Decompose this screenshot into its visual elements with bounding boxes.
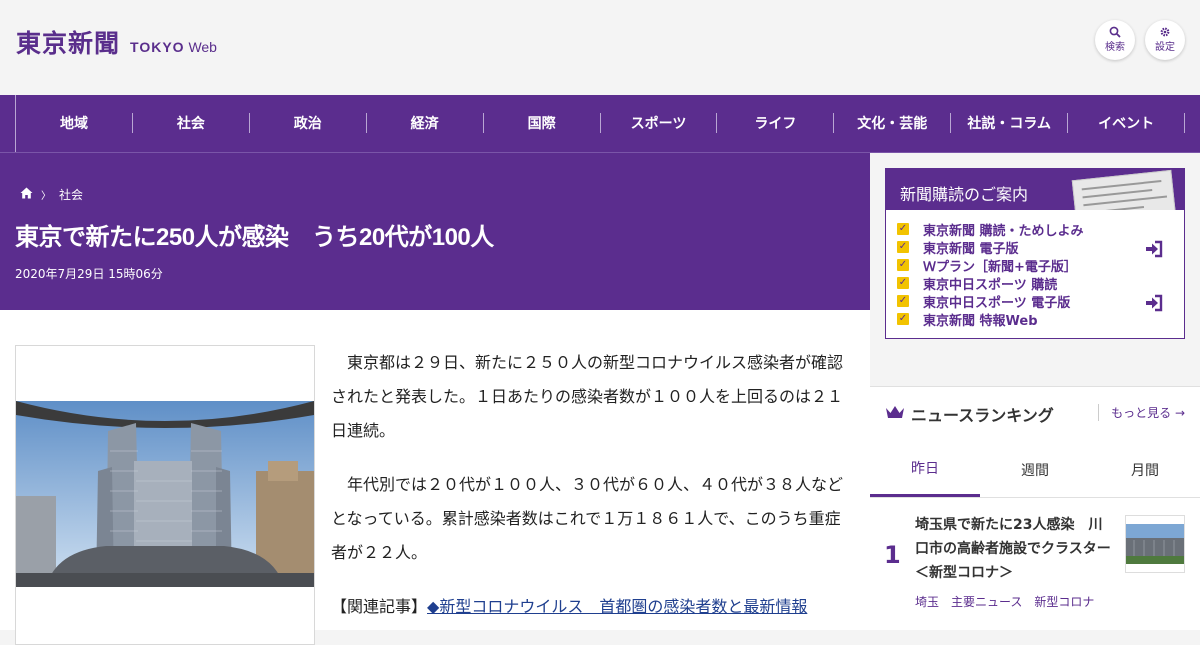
subscription-item-label: Ｗプラン［新聞+電子版］: [923, 259, 1077, 275]
newspaper-image: [1071, 169, 1177, 210]
subscription-item-label: 東京中日スポーツ 購読: [923, 277, 1058, 293]
chevron-right-icon: 〉: [41, 191, 51, 202]
check-icon: ✓: [897, 241, 909, 253]
article-body: 東京都は２９日、新たに２５０人の新型コロナウイルス感染者が確認されたと発表した。…: [0, 310, 870, 645]
settings-label: 設定: [1155, 41, 1175, 53]
sidebar: 新聞購読のご案内 ✓ 東京新聞 購読・ためしよみ ✓ 東京新聞 電子版 ✓ Ｗプラン［…: [870, 153, 1200, 630]
search-icon: [1109, 26, 1121, 40]
tab-weekly[interactable]: 週間: [980, 442, 1090, 497]
article-photo-frame: [15, 345, 315, 645]
ranking-heading-text: ニュースランキング: [911, 406, 1054, 425]
nav-item-politics[interactable]: 政治: [250, 113, 367, 133]
tag[interactable]: 埼玉: [915, 593, 939, 610]
check-icon: ✓: [897, 277, 909, 289]
check-icon: ✓: [897, 259, 909, 271]
login-icon[interactable]: [1144, 239, 1164, 259]
ranking-item: 1 埼玉県で新たに23人感染 川口市の高齢者施設でクラスター＜新型コロナ＞ 埼玉…: [870, 513, 1200, 613]
article-photo[interactable]: [16, 401, 314, 587]
related-prefix: 【関連記事】: [331, 597, 428, 616]
article-title: 東京で新たに250人が感染 うち20代が100人: [15, 224, 494, 251]
site-logo[interactable]: 東京新聞 TOKYO Web: [16, 24, 217, 60]
subscription-item[interactable]: ✓ Ｗプラン［新聞+電子版］: [897, 256, 1184, 275]
nav-item-events[interactable]: イベント: [1068, 113, 1186, 133]
subscription-item[interactable]: ✓ 東京新聞 特報Web: [897, 310, 1184, 329]
article-date: 2020年7月29日 15時06分: [15, 267, 163, 281]
tab-yesterday[interactable]: 昨日: [870, 442, 980, 497]
ranking-tags: 埼玉 主要ニュース 新型コロナ: [915, 593, 1094, 610]
search-button[interactable]: 検索: [1095, 20, 1135, 60]
rank-number: 1: [884, 541, 901, 569]
gear-icon: [1159, 26, 1171, 40]
related-articles: 【関連記事】◆新型コロナウイルス 首都圏の感染者数と最新情報: [331, 590, 846, 624]
logo-en: TOKYO Web: [130, 39, 217, 55]
related-link[interactable]: ◆新型コロナウイルス 首都圏の感染者数と最新情報: [427, 597, 807, 616]
subscription-item[interactable]: ✓ 東京新聞 購読・ためしよみ: [897, 220, 1184, 239]
ranking-tabs: 昨日 週間 月間: [870, 442, 1200, 498]
crown-icon: [885, 404, 905, 425]
ranking-item-title[interactable]: 埼玉県で新たに23人感染 川口市の高齢者施設でクラスター＜新型コロナ＞: [915, 513, 1115, 585]
check-icon: ✓: [897, 223, 909, 235]
global-nav: 地域 社会 政治 経済 国際 スポーツ ライフ 文化・芸能 社説・コラム イベン…: [0, 95, 1200, 153]
news-ranking: ニュースランキング もっと見る → 昨日 週間 月間 1 埼玉県で新たに23人感…: [870, 386, 1200, 630]
breadcrumb-category[interactable]: 社会: [59, 186, 83, 203]
breadcrumb: 〉 社会: [20, 186, 83, 203]
nav-item-life[interactable]: ライフ: [717, 113, 835, 133]
home-icon[interactable]: [20, 187, 33, 203]
subscription-item-label: 東京新聞 購読・ためしよみ: [923, 223, 1084, 239]
tab-monthly[interactable]: 月間: [1090, 442, 1200, 497]
nav-item-editorial[interactable]: 社説・コラム: [951, 113, 1069, 133]
article-paragraph: 東京都は２９日、新たに２５０人の新型コロナウイルス感染者が確認されたと発表した。…: [331, 353, 844, 440]
article-text: 東京都は２９日、新たに２５０人の新型コロナウイルス感染者が確認されたと発表した。…: [331, 346, 846, 624]
search-label: 検索: [1105, 41, 1125, 53]
subscription-item[interactable]: ✓ 東京中日スポーツ 購読: [897, 274, 1184, 293]
subscription-item-label: 東京新聞 特報Web: [923, 313, 1038, 329]
ranking-heading: ニュースランキング: [885, 402, 1054, 426]
check-icon: ✓: [897, 313, 909, 325]
settings-button[interactable]: 設定: [1145, 20, 1185, 60]
more-link-text: もっと見る: [1111, 406, 1172, 420]
more-link[interactable]: もっと見る →: [1098, 404, 1185, 421]
subscription-item-label: 東京中日スポーツ 電子版: [923, 295, 1071, 311]
tag[interactable]: 主要ニュース: [951, 593, 1022, 610]
nav-item-society[interactable]: 社会: [133, 113, 250, 133]
nav-item-economy[interactable]: 経済: [367, 113, 484, 133]
arrow-right-icon: →: [1174, 406, 1185, 420]
article-paragraph: 年代別では２０代が１００人、３０代が６０人、４０代が３８人などとなっている。累計…: [331, 475, 844, 562]
article-header: 〉 社会 東京で新たに250人が感染 うち20代が100人 2020年7月29日…: [0, 153, 870, 310]
subscription-item-label: 東京新聞 電子版: [923, 241, 1019, 257]
check-icon: ✓: [897, 295, 909, 307]
logo-jp: 東京新聞: [16, 29, 121, 58]
subscription-heading-text: 新聞購読のご案内: [900, 185, 1029, 204]
nav-item-international[interactable]: 国際: [484, 113, 601, 133]
subscription-item[interactable]: ✓ 東京新聞 電子版: [897, 238, 1184, 257]
subscription-item[interactable]: ✓ 東京中日スポーツ 電子版: [897, 292, 1184, 311]
subscription-heading[interactable]: 新聞購読のご案内: [886, 169, 1184, 210]
nav-item-culture[interactable]: 文化・芸能: [834, 113, 952, 133]
nav-item-region[interactable]: 地域: [16, 113, 133, 133]
subscription-list: ✓ 東京新聞 購読・ためしよみ ✓ 東京新聞 電子版 ✓ Ｗプラン［新聞+電子版］ ✓…: [886, 210, 1184, 329]
site-header: 東京新聞 TOKYO Web 検索 設定: [0, 0, 1200, 95]
login-icon[interactable]: [1144, 293, 1164, 313]
ranking-thumbnail[interactable]: [1125, 515, 1185, 573]
subscription-box: 新聞購読のご案内 ✓ 東京新聞 購読・ためしよみ ✓ 東京新聞 電子版 ✓ Ｗプラン［…: [885, 168, 1185, 339]
nav-item-sports[interactable]: スポーツ: [601, 113, 718, 133]
tag[interactable]: 新型コロナ: [1034, 593, 1094, 610]
